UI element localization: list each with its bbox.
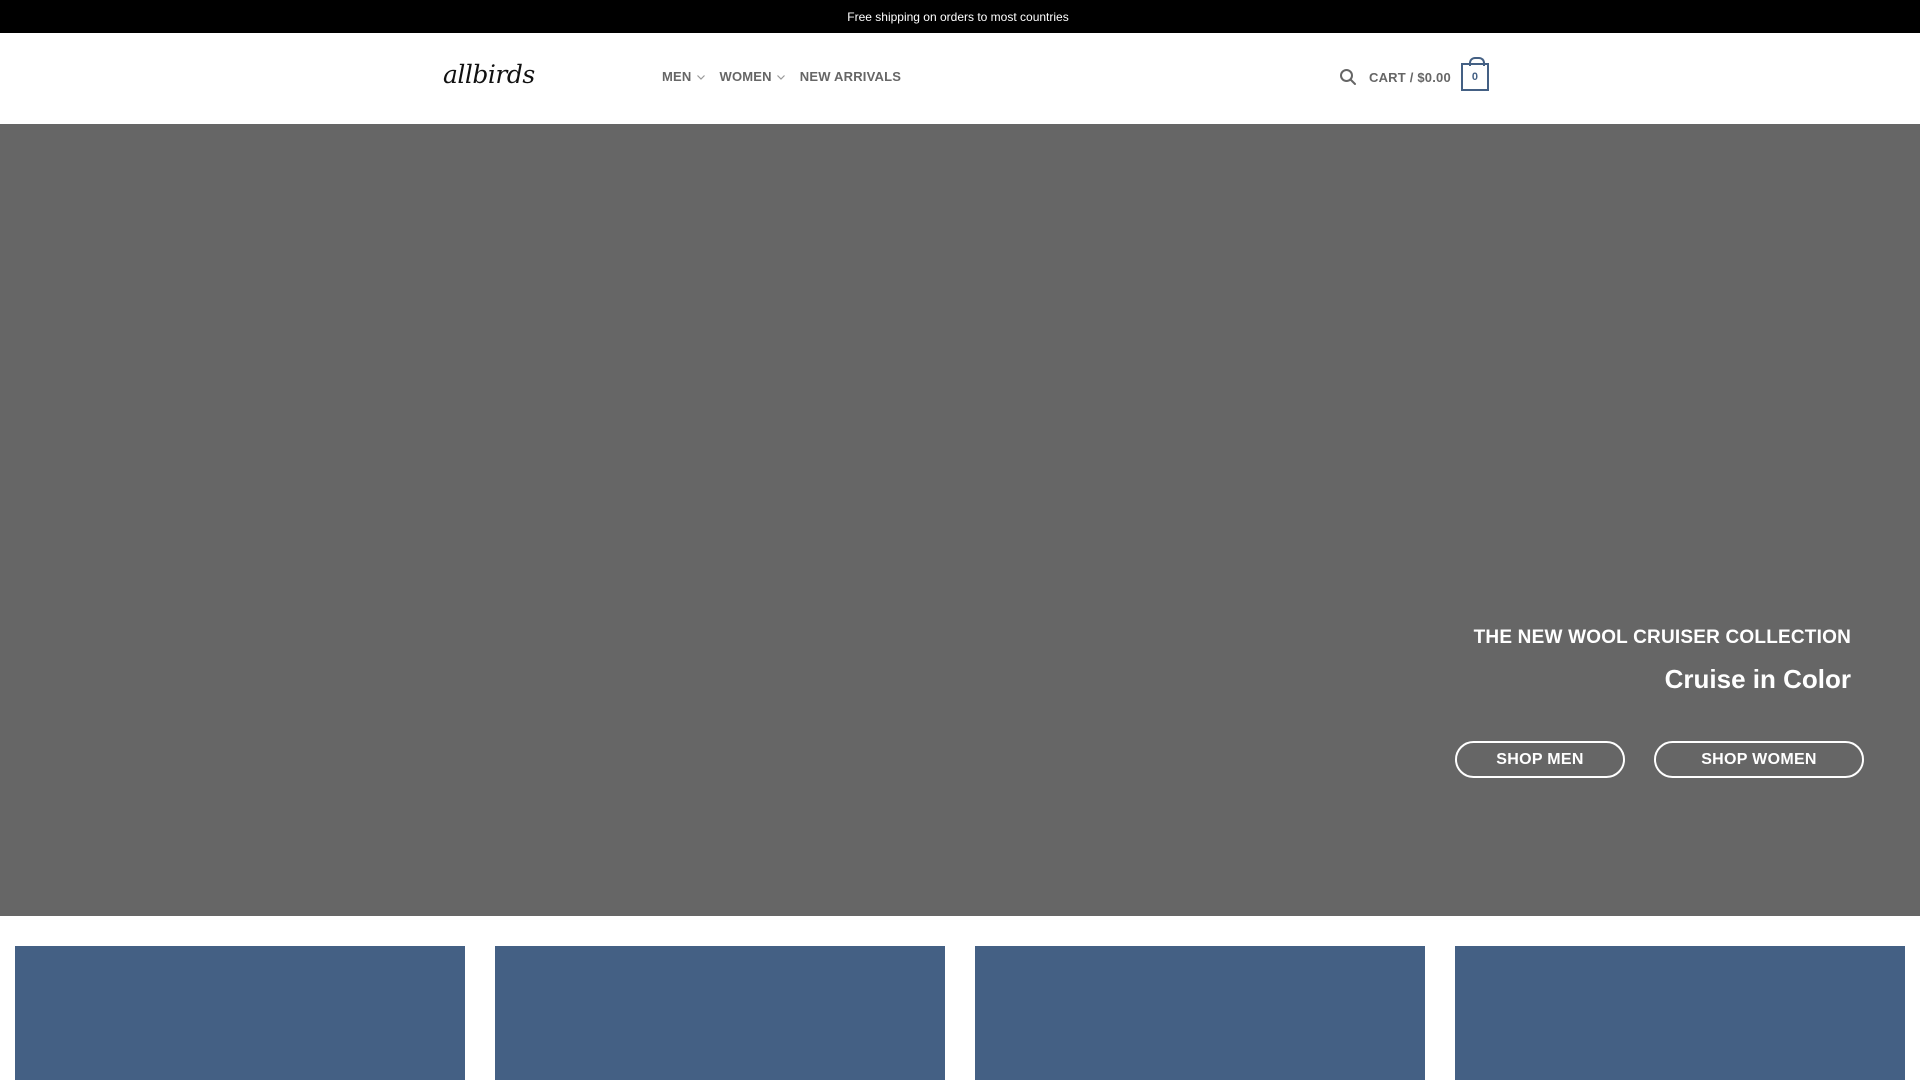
- shop-women-button[interactable]: SHOP WOMEN: [1654, 741, 1864, 778]
- page: Free shipping on orders to most countrie…: [0, 0, 1920, 1080]
- nav-item-label: NEW ARRIVALS: [799, 69, 902, 84]
- main-nav: MEN WOMEN NEW ARRIVALS: [662, 69, 901, 84]
- shop-men-button[interactable]: SHOP MEN: [1455, 741, 1625, 778]
- chevron-down-icon: [696, 74, 705, 80]
- hero-banner: THE NEW WOOL CRUISER COLLECTION Cruise i…: [0, 124, 1920, 916]
- announcement-text: Free shipping on orders to most countrie…: [847, 9, 1069, 24]
- hero-eyebrow: THE NEW WOOL CRUISER COLLECTION: [1473, 627, 1851, 648]
- category-tile[interactable]: [495, 946, 945, 1080]
- cart-link[interactable]: CART / $0.00: [1369, 70, 1451, 85]
- category-tile[interactable]: [1455, 946, 1905, 1080]
- site-header: allbirds MEN WOMEN NEW ARRIVALS CART / $…: [0, 33, 1920, 125]
- nav-item-new-arrivals[interactable]: NEW ARRIVALS: [800, 69, 901, 84]
- brand-logo[interactable]: allbirds: [443, 61, 535, 89]
- cart-count-badge[interactable]: 0: [1460, 57, 1489, 91]
- chevron-down-icon: [776, 74, 785, 80]
- search-icon[interactable]: [1339, 68, 1357, 86]
- category-tiles: [0, 946, 1920, 1080]
- category-tile[interactable]: [975, 946, 1425, 1080]
- hero-title: Cruise in Color: [1664, 664, 1851, 694]
- header-actions: CART / $0.00 0: [1339, 57, 1489, 91]
- category-tile[interactable]: [15, 946, 465, 1080]
- nav-item-label: WOMEN: [719, 69, 772, 84]
- announcement-bar: Free shipping on orders to most countrie…: [0, 0, 1920, 33]
- nav-item-women[interactable]: WOMEN: [720, 69, 786, 84]
- nav-item-label: MEN: [662, 69, 692, 84]
- nav-item-men[interactable]: MEN: [662, 69, 706, 84]
